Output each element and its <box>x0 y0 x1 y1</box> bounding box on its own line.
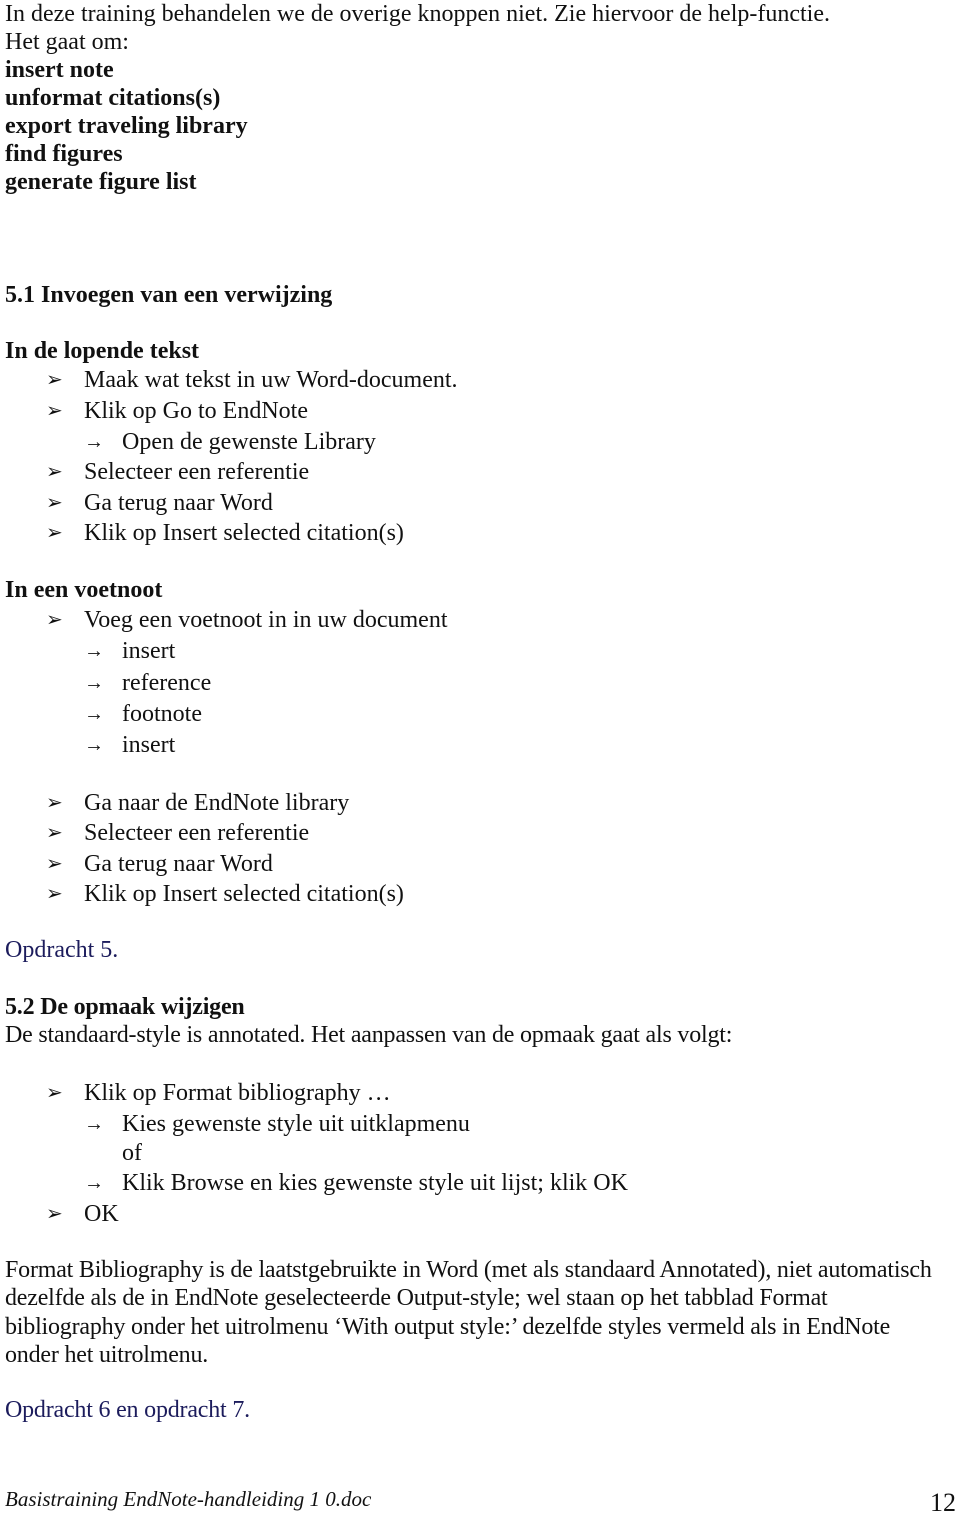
list-item: Maak wat tekst in uw Word-document. <box>84 367 458 393</box>
assignment-reference: Opdracht 6 en opdracht 7. <box>5 1397 250 1423</box>
list-item: insert <box>122 732 176 758</box>
list-item: of <box>122 1140 142 1166</box>
list-item: Ga terug naar Word <box>84 851 273 877</box>
subsection-heading: In een voetnoot <box>5 577 163 603</box>
right-arrow-icon: → <box>84 703 104 725</box>
arrowhead-bullet-icon: ➢ <box>46 400 63 422</box>
list-item: insert <box>122 638 176 664</box>
right-arrow-icon: → <box>84 672 104 694</box>
section-heading: 5.1 Invoegen van een verwijzing <box>5 282 333 308</box>
intro-line: In deze training behandelen we de overig… <box>5 1 830 27</box>
arrowhead-bullet-icon: ➢ <box>46 369 63 391</box>
arrowhead-bullet-icon: ➢ <box>46 792 63 814</box>
arrowhead-bullet-icon: ➢ <box>46 1203 63 1225</box>
list-item: Klik op Format bibliography … <box>84 1080 391 1106</box>
arrowhead-bullet-icon: ➢ <box>46 461 63 483</box>
list-item: Ga terug naar Word <box>84 490 273 516</box>
list-item: Voeg een voetnoot in in uw document <box>84 607 448 633</box>
right-arrow-icon: → <box>84 734 104 756</box>
feature-item: insert note <box>5 57 114 83</box>
section-intro: De standaard-style is annotated. Het aan… <box>5 1022 733 1048</box>
intro-line: Het gaat om: <box>5 29 129 55</box>
feature-item: export traveling library <box>5 113 248 139</box>
list-item: Klik Browse en kies gewenste style uit l… <box>122 1170 628 1196</box>
list-item: Open de gewenste Library <box>122 429 376 455</box>
right-arrow-icon: → <box>84 431 104 453</box>
right-arrow-icon: → <box>84 640 104 662</box>
arrowhead-bullet-icon: ➢ <box>46 883 63 905</box>
right-arrow-icon: → <box>84 1113 104 1135</box>
right-arrow-icon: → <box>84 1172 104 1194</box>
list-item: Ga naar de EndNote library <box>84 790 350 816</box>
page-number: 12 <box>930 1488 956 1517</box>
list-item: Selecteer een referentie <box>84 820 310 846</box>
arrowhead-bullet-icon: ➢ <box>46 853 63 875</box>
list-item: Klik op Go to EndNote <box>84 398 308 424</box>
feature-item: unformat citations(s) <box>5 85 221 111</box>
arrowhead-bullet-icon: ➢ <box>46 822 63 844</box>
arrowhead-bullet-icon: ➢ <box>46 609 63 631</box>
list-item: reference <box>122 670 212 696</box>
list-item: Klik op Insert selected citation(s) <box>84 881 404 907</box>
arrowhead-bullet-icon: ➢ <box>46 522 63 544</box>
assignment-reference: Opdracht 5. <box>5 937 119 963</box>
arrowhead-bullet-icon: ➢ <box>46 492 63 514</box>
list-item: OK <box>84 1201 119 1227</box>
subsection-heading: In de lopende tekst <box>5 338 200 364</box>
body-paragraph: Format Bibliography is de laatstgebruikt… <box>5 1257 932 1368</box>
list-item: Selecteer een referentie <box>84 459 310 485</box>
section-heading: 5.2 De opmaak wijzigen <box>5 994 245 1020</box>
arrowhead-bullet-icon: ➢ <box>46 1082 63 1104</box>
footer-filename: Basistraining EndNote-handleiding 1 0.do… <box>5 1487 372 1511</box>
list-item: Klik op Insert selected citation(s) <box>84 520 404 546</box>
feature-item: find figures <box>5 141 123 167</box>
feature-item: generate figure list <box>5 169 197 195</box>
list-item: Kies gewenste style uit uitklapmenu <box>122 1111 470 1137</box>
list-item: footnote <box>122 701 202 727</box>
